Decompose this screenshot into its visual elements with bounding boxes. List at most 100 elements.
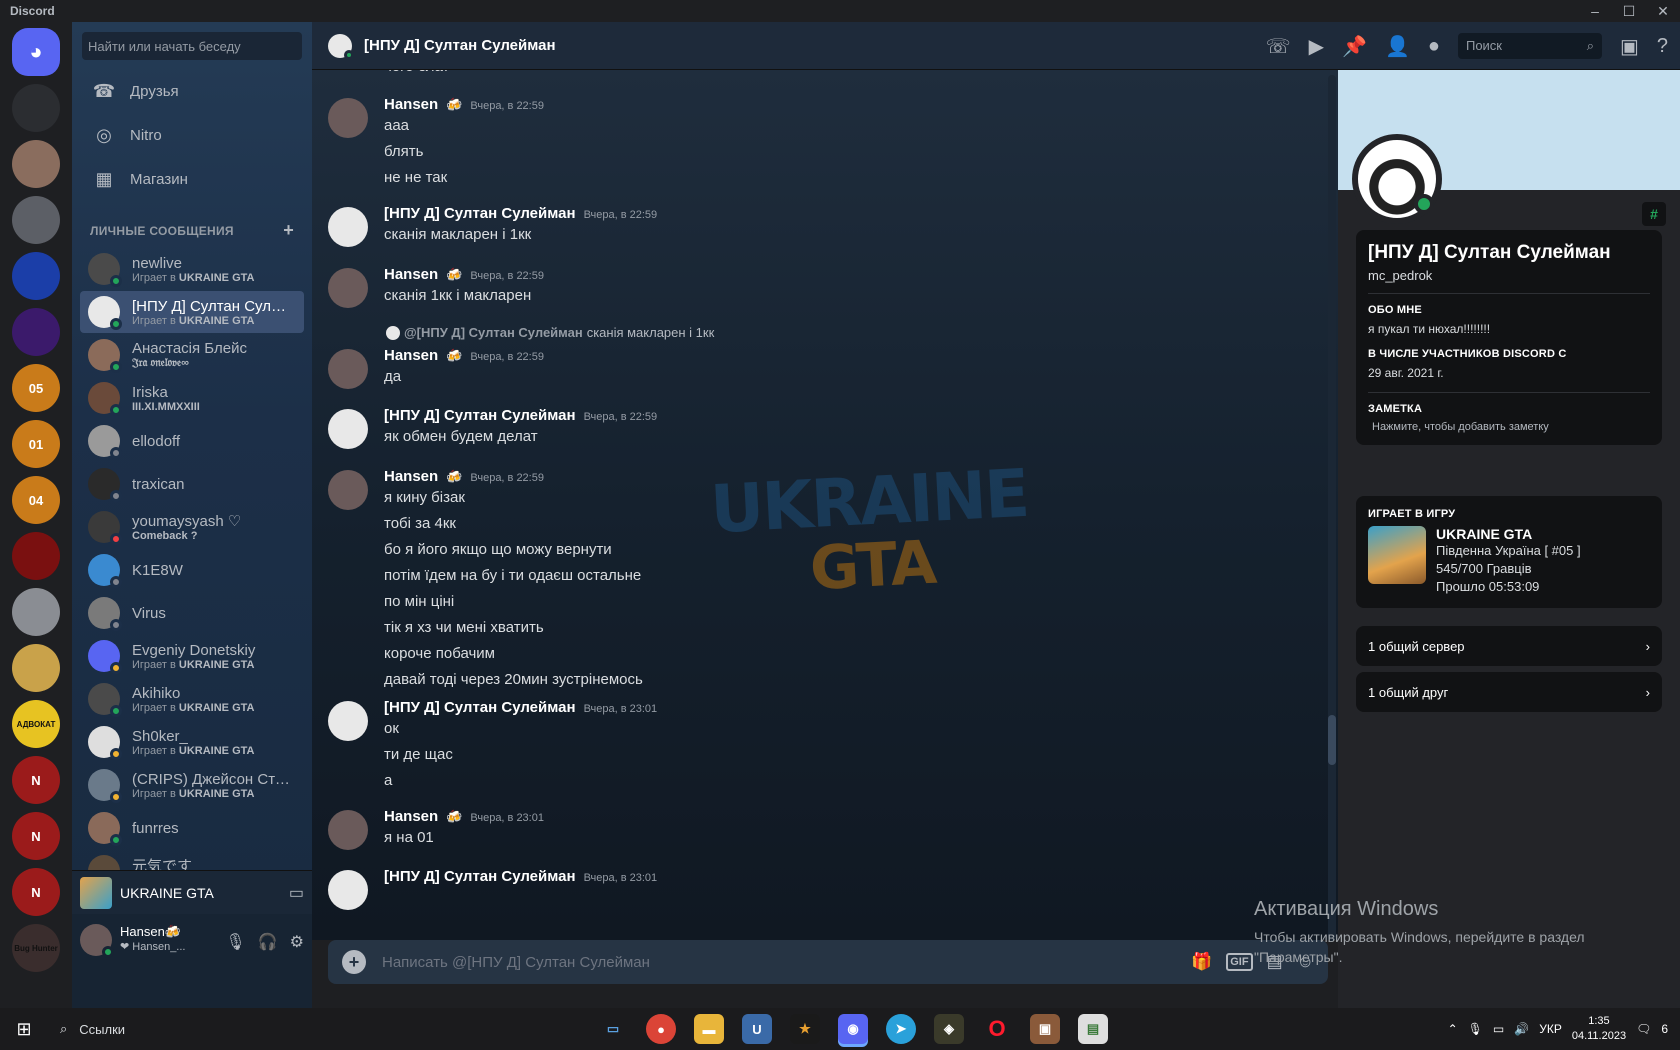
mutual-friends-row[interactable]: 1 общий друг › — [1356, 672, 1662, 712]
dm-item[interactable]: Iriska III.XI.MMXXIII — [80, 377, 304, 419]
gif-icon[interactable]: GIF — [1226, 953, 1253, 971]
dm-item[interactable]: Akihiko​ Играет в UKRAINE GTA — [80, 678, 304, 720]
network-icon[interactable]: ▭ — [1493, 1022, 1504, 1036]
close-icon[interactable]: ✕ — [1646, 0, 1680, 22]
message-avatar[interactable] — [328, 701, 368, 741]
notepad-icon[interactable]: ▤ — [1078, 1014, 1108, 1044]
dm-item[interactable]: Virus — [80, 592, 304, 634]
message-avatar[interactable] — [328, 870, 368, 910]
ukraine-gta-launcher-icon[interactable]: U — [742, 1014, 772, 1044]
chat-scrollbar[interactable] — [1328, 75, 1336, 941]
pin-icon[interactable]: 📌 — [1342, 34, 1367, 59]
attach-plus-icon[interactable]: + — [342, 950, 366, 974]
dm-item[interactable]: Sh0ker_ Играет в UKRAINE GTA — [80, 721, 304, 763]
message-author[interactable]: Hansen — [384, 266, 438, 283]
dm-search-input[interactable]: Найти или начать беседу — [82, 32, 302, 60]
language-indicator[interactable]: УКР — [1539, 1022, 1562, 1036]
task-view-icon[interactable]: ▭ — [598, 1014, 628, 1044]
tray-mic-icon[interactable]: 🎙 — [1468, 1022, 1483, 1036]
windows-start-icon[interactable]: ⊞ — [0, 1019, 48, 1040]
server-icon[interactable]: Bug Hunter — [12, 924, 60, 972]
dm-item[interactable]: funrres — [80, 807, 304, 849]
message-author[interactable]: [НПУ Д] Султан Сулейман — [384, 868, 576, 885]
dm-item[interactable]: K1E8W — [80, 549, 304, 591]
dm-item[interactable]: Evgeniy Donetskiy Играет в UKRAINE GTA — [80, 635, 304, 677]
notifications-icon[interactable]: 🗨 — [1636, 1022, 1651, 1036]
discord-taskbar-icon[interactable]: ◉ — [838, 1014, 868, 1044]
create-dm-icon[interactable]: + — [283, 220, 294, 241]
taskbar-search[interactable]: ⌕ Ссылки — [48, 1021, 338, 1037]
server-icon[interactable]: N — [12, 756, 60, 804]
server-icon[interactable] — [12, 644, 60, 692]
user-profile-icon[interactable]: ● — [1428, 35, 1440, 58]
dm-item[interactable]: traxican — [80, 463, 304, 505]
server-icon[interactable] — [12, 196, 60, 244]
gift-icon[interactable]: 🎁 — [1191, 952, 1212, 972]
photo-app-icon[interactable]: ▣ — [1030, 1014, 1060, 1044]
server-icon[interactable] — [12, 532, 60, 580]
nav-friends[interactable]: ☎ Друзья — [80, 70, 304, 112]
opera-icon[interactable]: O — [982, 1014, 1012, 1044]
message-author[interactable]: Hansen — [384, 808, 438, 825]
nav-nitro[interactable]: ◎ Nitro — [80, 114, 304, 156]
server-icon[interactable]: 05 — [12, 364, 60, 412]
voice-call-icon[interactable]: ☏ — [1266, 34, 1291, 59]
message-avatar[interactable] — [328, 810, 368, 850]
inbox-icon[interactable]: ▣ — [1620, 34, 1639, 59]
server-icon[interactable] — [12, 588, 60, 636]
message-avatar[interactable] — [328, 470, 368, 510]
message-avatar[interactable] — [328, 268, 368, 308]
minimize-icon[interactable]: – — [1578, 0, 1612, 22]
settings-gear-icon[interactable]: ⚙ — [290, 932, 304, 952]
server-icon[interactable] — [12, 308, 60, 356]
message-author[interactable]: [НПУ Д] Султан Сулейман — [384, 407, 576, 424]
message-input[interactable]: + Написать @[НПУ Д] Султан Сулейман 🎁 GI… — [328, 940, 1328, 984]
file-explorer-icon[interactable]: ▬ — [694, 1014, 724, 1044]
volume-icon[interactable]: 🔊 — [1514, 1022, 1529, 1036]
game-app-icon[interactable]: ◈ — [934, 1014, 964, 1044]
server-icon[interactable] — [12, 140, 60, 188]
mutual-servers-row[interactable]: 1 общий сервер › — [1356, 626, 1662, 666]
message-author[interactable]: Hansen — [384, 347, 438, 364]
dm-item[interactable]: youmaysyash ♡ Comeback ? — [80, 506, 304, 548]
scroll-thumb[interactable] — [1328, 715, 1336, 765]
maximize-icon[interactable]: ☐ — [1612, 0, 1646, 22]
dm-item[interactable]: [НПУ Д] Султан СулейманИграет в UKRAINE … — [80, 291, 304, 333]
video-call-icon[interactable]: ▶ — [1309, 34, 1324, 59]
message-avatar[interactable] — [328, 98, 368, 138]
help-icon[interactable]: ? — [1657, 35, 1668, 58]
server-icon[interactable] — [12, 84, 60, 132]
user-avatar[interactable] — [80, 924, 114, 958]
message-avatar[interactable] — [328, 409, 368, 449]
message-author[interactable]: Hansen — [384, 468, 438, 485]
message-author[interactable]: [НПУ Д] Султан Сулейман — [384, 205, 576, 222]
dm-item[interactable]: newlive Играет в UKRAINE GTA — [80, 248, 304, 290]
server-icon[interactable]: 01 — [12, 420, 60, 468]
header-search-input[interactable]: Поиск ⌕ — [1457, 33, 1602, 59]
message-avatar[interactable] — [328, 349, 368, 389]
server-icon[interactable]: N — [12, 868, 60, 916]
activity-panel[interactable]: UKRAINE GTA ▭ — [72, 870, 312, 914]
dm-item[interactable]: Анастасія Блейс 𝔍𝔯𝔞 𝔬𝔫𝔢𝔩𝔬𝔳𝔢∞ — [80, 334, 304, 376]
game-launcher-icon[interactable]: ★ — [790, 1014, 820, 1044]
nav-shop[interactable]: ▦ Магазин — [80, 158, 304, 200]
discord-home-icon[interactable]: ◕ — [12, 28, 60, 76]
dm-item[interactable]: ellodoff — [80, 420, 304, 462]
microphone-icon[interactable]: 🎙 — [225, 932, 245, 952]
server-icon[interactable]: АДВОКАТ — [12, 700, 60, 748]
dm-item[interactable]: (CRIPS) Джейсон Сте... Играет в UKRAINE G… — [80, 764, 304, 806]
clock[interactable]: 1:35 04.11.2023 — [1572, 1014, 1626, 1044]
server-icon[interactable] — [12, 252, 60, 300]
screen-share-icon[interactable]: ▭ — [289, 883, 304, 903]
server-icon[interactable]: 04 — [12, 476, 60, 524]
reply-preview[interactable]: @[НПУ Д] Султан Сулейман сканія макларен… — [374, 325, 714, 340]
telegram-icon[interactable]: ➤ — [886, 1014, 916, 1044]
profile-avatar[interactable] — [1352, 134, 1442, 224]
add-friend-icon[interactable]: 👤 — [1385, 34, 1410, 59]
tray-chevron-up-icon[interactable]: ⌃ — [1448, 1022, 1458, 1036]
hashtag-badge-icon[interactable]: # — [1642, 202, 1666, 226]
message-author[interactable]: Hansen — [384, 96, 438, 113]
chrome-icon[interactable]: ● — [646, 1014, 676, 1044]
message-avatar[interactable] — [328, 207, 368, 247]
note-field[interactable]: Нажмите, чтобы добавить заметку — [1368, 421, 1650, 433]
